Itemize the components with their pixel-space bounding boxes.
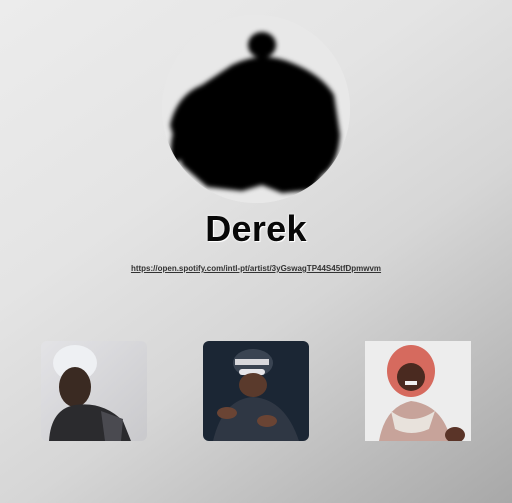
- artist-photo-2[interactable]: [203, 341, 309, 441]
- artist-photo-1[interactable]: [41, 341, 147, 441]
- artist-photo-3[interactable]: [365, 341, 471, 441]
- spotify-profile-link[interactable]: https://open.spotify.com/intl-pt/artist/…: [131, 264, 381, 273]
- artist-name: Derek: [205, 208, 307, 249]
- profile-avatar: [162, 15, 350, 203]
- artist-photo-icon: [365, 341, 471, 441]
- profile-link-container: https://open.spotify.com/intl-pt/artist/…: [0, 264, 512, 273]
- artist-photo-icon: [41, 341, 147, 441]
- artist-photo-icon: [203, 341, 309, 441]
- avatar-silhouette-icon: [162, 15, 350, 203]
